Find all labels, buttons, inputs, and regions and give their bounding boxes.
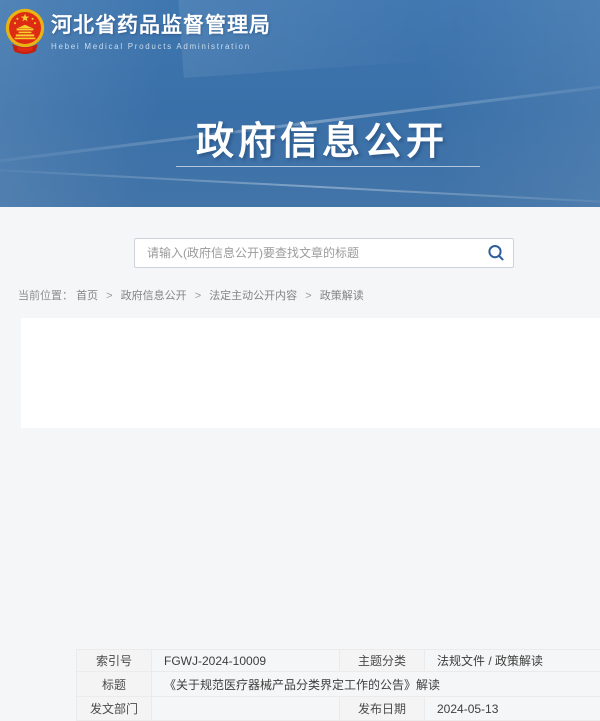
- breadcrumb-separator: >: [106, 290, 112, 302]
- document-meta-table: 索引号 FGWJ-2024-10009 主题分类 法规文件 / 政策解读 标题 …: [76, 649, 600, 721]
- meta-label-index-no: 索引号: [77, 650, 152, 672]
- site-header-banner: 河北省药品监督管理局 Hebei Medical Products Admini…: [0, 0, 600, 207]
- site-logo[interactable]: 河北省药品监督管理局 Hebei Medical Products Admini…: [5, 8, 271, 56]
- meta-value-title: 《关于规范医疗器械产品分类界定工作的公告》解读: [152, 672, 600, 697]
- meta-value-index-no: FGWJ-2024-10009: [152, 650, 340, 672]
- meta-value-publish-date: 2024-05-13: [425, 697, 600, 721]
- national-emblem-icon: [5, 8, 45, 56]
- meta-label-issuing-dept: 发文部门: [77, 697, 152, 721]
- site-title-english: Hebei Medical Products Administration: [51, 42, 271, 51]
- article-search-bar: [134, 238, 514, 268]
- breadcrumb-statutory-disclosure[interactable]: 法定主动公开内容: [209, 290, 297, 302]
- search-button[interactable]: [479, 239, 513, 267]
- breadcrumb-label: 当前位置：: [18, 290, 73, 302]
- meta-label-publish-date: 发布日期: [340, 697, 425, 721]
- breadcrumb-separator: >: [305, 290, 311, 302]
- search-icon: [486, 243, 506, 263]
- breadcrumb-home[interactable]: 首页: [76, 290, 98, 302]
- banner-decor-streak: [0, 167, 600, 207]
- page-title: 政府信息公开: [22, 110, 600, 165]
- meta-value-issuing-dept: [152, 697, 340, 721]
- page-title-underline: [176, 166, 480, 167]
- meta-label-title: 标题: [77, 672, 152, 697]
- meta-label-topic-category: 主题分类: [340, 650, 425, 672]
- site-title: 河北省药品监督管理局: [51, 14, 271, 38]
- search-input[interactable]: [135, 239, 479, 267]
- breadcrumb-policy-interpretation[interactable]: 政策解读: [320, 290, 364, 302]
- breadcrumb: 当前位置： 首页 > 政府信息公开 > 法定主动公开内容 > 政策解读: [18, 287, 364, 303]
- document-detail-card: 索引号 FGWJ-2024-10009 主题分类 法规文件 / 政策解读 标题 …: [21, 318, 600, 428]
- breadcrumb-gov-info[interactable]: 政府信息公开: [121, 290, 187, 302]
- breadcrumb-separator: >: [195, 290, 201, 302]
- meta-value-topic-category: 法规文件 / 政策解读: [425, 650, 600, 672]
